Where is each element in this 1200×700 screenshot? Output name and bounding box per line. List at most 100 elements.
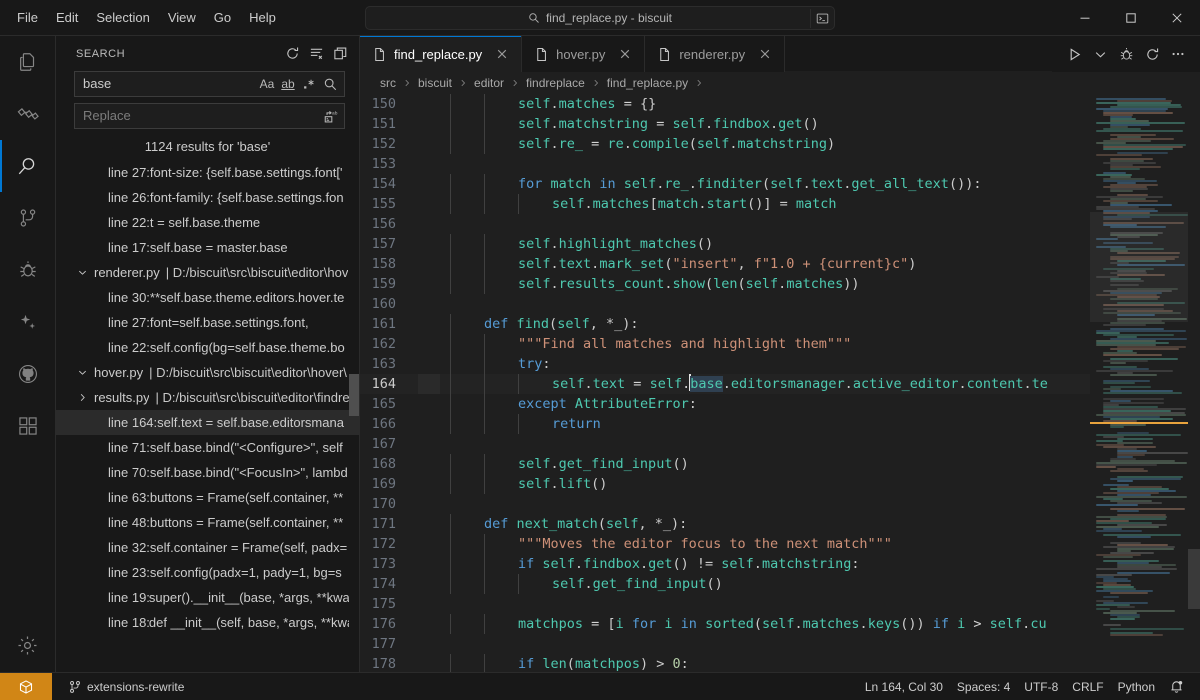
minimap[interactable] (1090, 94, 1200, 672)
search-result-match[interactable]: line 22: self.config(bg=self.base.theme.… (56, 335, 359, 360)
code-line[interactable]: 166 return (360, 414, 1090, 434)
sidebar-item-copilot[interactable] (0, 296, 56, 348)
code-line[interactable]: 170 (360, 494, 1090, 514)
code-line[interactable]: 174 self.get_find_input() (360, 574, 1090, 594)
bell-dot-icon[interactable] (1163, 676, 1190, 698)
breadcrumb-item[interactable]: findreplace (524, 76, 587, 90)
search-result-match[interactable]: line 71: self.base.bind("<Configure>", s… (56, 435, 359, 460)
search-result-match[interactable]: line 48: buttons = Frame(self.container,… (56, 510, 359, 535)
code-line[interactable]: 150 self.matches = {} (360, 94, 1090, 114)
code-line[interactable]: 155 self.matches[match.start()] = match (360, 194, 1090, 214)
search-result-match[interactable]: line 19: super().__init__(base, *args, *… (56, 585, 359, 610)
breadcrumb-item[interactable]: biscuit (416, 76, 454, 90)
breadcrumb-item[interactable]: src (378, 76, 398, 90)
sidebar-item-run-and-debug[interactable] (0, 244, 56, 296)
clear-all-icon[interactable] (305, 43, 327, 65)
chevron-down-icon[interactable] (1088, 42, 1112, 66)
search-result-match[interactable]: line 63: buttons = Frame(self.container,… (56, 485, 359, 510)
close-icon[interactable] (616, 45, 634, 63)
search-result-match[interactable]: line 70: self.base.bind("<FocusIn>", lam… (56, 460, 359, 485)
search-result-match[interactable]: line 22: t = self.base.theme (56, 210, 359, 235)
search-result-match[interactable]: line 23: self.config(padx=1, pady=1, bg=… (56, 560, 359, 585)
close-icon[interactable] (756, 45, 774, 63)
minimize-icon[interactable] (1062, 0, 1108, 36)
new-editor-icon[interactable] (329, 43, 351, 65)
breadcrumb-item[interactable]: find_replace.py (605, 76, 690, 90)
code-line[interactable]: 151 self.matchstring = self.findbox.get() (360, 114, 1090, 134)
editor-tab[interactable]: renderer.py (645, 36, 786, 72)
search-result-match[interactable]: line 27: font=self.base.settings.font, (56, 310, 359, 335)
replace-input[interactable]: Replace ab (74, 103, 345, 129)
search-result-match[interactable]: line 18: def __init__(self, base, *args,… (56, 610, 359, 635)
chevron-down-icon[interactable] (74, 267, 90, 278)
code-line[interactable]: 159 self.results_count.show(len(self.matc… (360, 274, 1090, 294)
search-result-match[interactable]: line 32: self.container = Frame(self, pa… (56, 535, 359, 560)
code-line[interactable]: 156 (360, 214, 1090, 234)
menu-view[interactable]: View (159, 5, 205, 31)
sidebar-item-extensions[interactable] (0, 400, 56, 452)
code-line[interactable]: 160 (360, 294, 1090, 314)
minimap-scrollbar-slider[interactable] (1188, 549, 1200, 609)
code-line[interactable]: 178 if len(matchpos) > 0: (360, 654, 1090, 672)
close-icon[interactable] (1154, 0, 1200, 36)
match-whole-word-icon[interactable]: ab (278, 74, 298, 94)
ellipsis-icon[interactable] (1166, 42, 1190, 66)
minimap-viewport[interactable] (1090, 212, 1188, 322)
menu-file[interactable]: File (8, 5, 47, 31)
code-line[interactable]: 168 self.get_find_input() (360, 454, 1090, 474)
editor-language[interactable]: Python (1112, 676, 1161, 698)
code-line[interactable]: 172 """Moves the editor focus to the next… (360, 534, 1090, 554)
gear-icon[interactable] (0, 618, 56, 672)
sidebar-item-explorer[interactable] (0, 36, 56, 88)
code-editor[interactable]: 150 self.matches = {} 151 self.matchstring … (360, 94, 1200, 672)
bug-icon[interactable] (1114, 42, 1138, 66)
code-line[interactable]: 171 def next_match(self, *_): (360, 514, 1090, 534)
search-result-match[interactable]: line 26: font-family: {self.base.setting… (56, 185, 359, 210)
editor-eol[interactable]: CRLF (1066, 676, 1109, 698)
search-results-list[interactable]: line 27: font-size: {self.base.settings.… (56, 160, 359, 672)
sidebar-item-github[interactable] (0, 348, 56, 400)
refresh-icon[interactable] (1140, 42, 1164, 66)
terminal-icon[interactable] (810, 8, 830, 28)
use-regex-icon[interactable] (299, 74, 319, 94)
code-line[interactable]: 173 if self.findbox.get() != self.matchst… (360, 554, 1090, 574)
code-line[interactable]: 164 self.text = self.base.editorsmanager.… (360, 374, 1090, 394)
code-line[interactable]: 165 except AttributeError: (360, 394, 1090, 414)
editor-position[interactable]: Ln 164, Col 30 (859, 676, 949, 698)
code-line[interactable]: 161 def find(self, *_): (360, 314, 1090, 334)
code-line[interactable]: 157 self.highlight_matches() (360, 234, 1090, 254)
play-icon[interactable] (1062, 42, 1086, 66)
code-line[interactable]: 152 self.re_ = re.compile(self.matchstrin… (360, 134, 1090, 154)
code-line[interactable]: 162 """Find all matches and highlight the… (360, 334, 1090, 354)
search-result-match[interactable]: line 17: self.base = master.base (56, 235, 359, 260)
code-line[interactable]: 175 (360, 594, 1090, 614)
search-result-match[interactable]: line 164: self.text = self.base.editorsm… (56, 410, 359, 435)
code-line[interactable]: 169 self.lift() (360, 474, 1090, 494)
search-result-file[interactable]: renderer.py | D:/biscuit\src\biscuit\edit… (56, 260, 359, 285)
search-result-file[interactable]: results.py | D:/biscuit\src\biscuit\edito… (56, 385, 359, 410)
status-branch[interactable]: extensions-rewrite (62, 676, 190, 698)
code-line[interactable]: 177 (360, 634, 1090, 654)
editor-indentation[interactable]: Spaces: 4 (951, 676, 1016, 698)
menu-help[interactable]: Help (240, 5, 285, 31)
breadcrumb-item[interactable]: editor (472, 76, 506, 90)
search-result-file[interactable]: hover.py | D:/biscuit\src\biscuit\editor\… (56, 360, 359, 385)
refresh-icon[interactable] (281, 43, 303, 65)
code-line[interactable]: 176 matchpos = [i for i in sorted(self.ma… (360, 614, 1090, 634)
close-icon[interactable] (493, 45, 511, 63)
replace-all-icon[interactable]: ab (320, 106, 340, 126)
code-line[interactable]: 167 (360, 434, 1090, 454)
breadcrumb[interactable]: src biscuit editor findreplace find_replace.… (360, 72, 1200, 94)
code-lines[interactable]: 150 self.matches = {} 151 self.matchstring … (360, 94, 1090, 672)
menu-selection[interactable]: Selection (87, 5, 158, 31)
menu-go[interactable]: Go (205, 5, 240, 31)
code-line[interactable]: 154 for match in self.re_.finditer(self.t… (360, 174, 1090, 194)
code-line[interactable]: 158 self.text.mark_set("insert", f"1.0 + … (360, 254, 1090, 274)
editor-encoding[interactable]: UTF-8 (1018, 676, 1064, 698)
maximize-icon[interactable] (1108, 0, 1154, 36)
search-result-match[interactable]: line 30: **self.base.theme.editors.hover… (56, 285, 359, 310)
code-line[interactable]: 163 try: (360, 354, 1090, 374)
command-center[interactable]: find_replace.py - biscuit (365, 5, 835, 30)
code-line[interactable]: 153 (360, 154, 1090, 174)
sidebar-item-search[interactable] (0, 140, 56, 192)
